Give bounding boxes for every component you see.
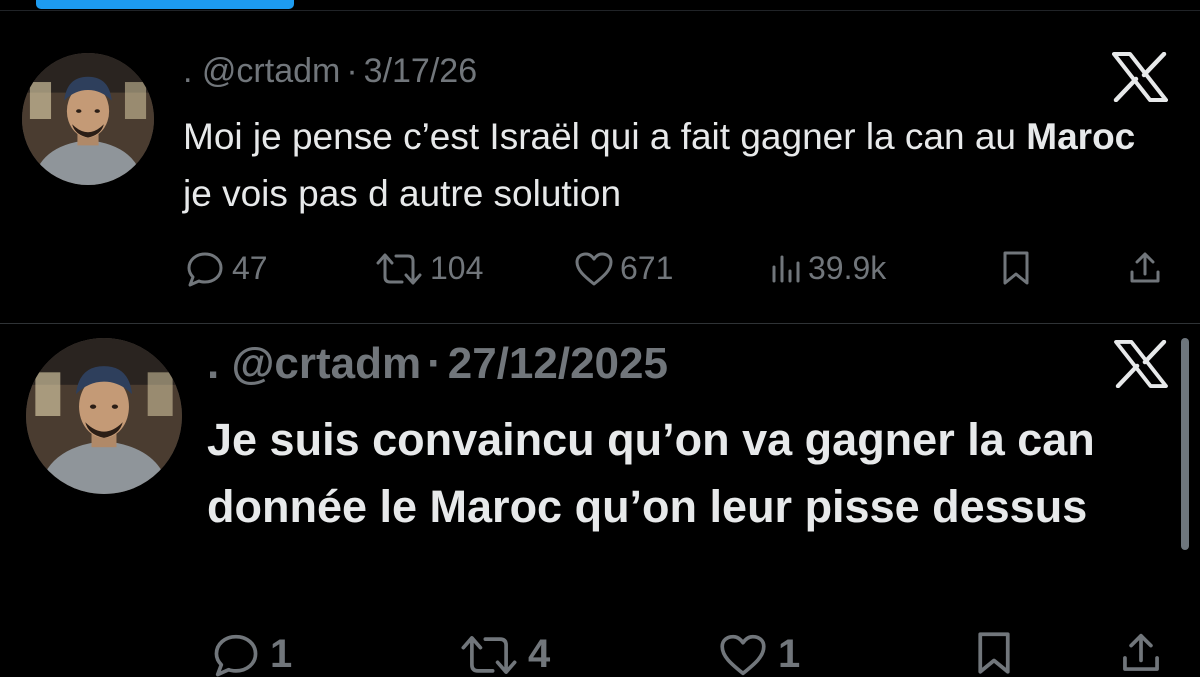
tweet-header: . @crtadm · 27/12/2025: [207, 339, 668, 389]
top-divider: [0, 10, 1200, 11]
tweet-text-part: je vois pas d autre solution: [183, 173, 622, 214]
tweet-text-part: Moi je pense c’est Israël qui a fait gag…: [183, 116, 1027, 157]
repost-icon: [461, 635, 517, 674]
tweet-date[interactable]: 3/17/26: [364, 52, 477, 90]
display-name[interactable]: .: [207, 339, 219, 388]
share-button[interactable]: [1120, 630, 1162, 676]
tweet-date[interactable]: 27/12/2025: [448, 339, 668, 388]
x-logo-icon: [1112, 51, 1168, 103]
bookmark-icon: [1003, 251, 1029, 285]
views-icon: [772, 255, 800, 282]
tab-indicator: [36, 0, 294, 9]
separator: ·: [346, 52, 358, 90]
repost-count: 104: [430, 250, 484, 286]
reply-icon: [214, 634, 258, 676]
avatar[interactable]: [26, 338, 182, 494]
tweet-text: Je suis convaincu qu’on va gagner la can…: [207, 414, 1095, 532]
share-icon: [1123, 633, 1159, 671]
tweet-divider: [0, 323, 1200, 324]
like-icon: [720, 634, 766, 675]
repost-icon: [376, 253, 422, 284]
like-count: 1: [778, 632, 801, 676]
reply-count: 47: [232, 250, 268, 286]
like-count: 671: [620, 250, 674, 286]
bookmark-button[interactable]: [974, 630, 1014, 676]
tweet-header: . @crtadm · 3/17/26: [183, 52, 477, 91]
share-icon: [1130, 252, 1160, 283]
display-name[interactable]: .: [183, 52, 192, 90]
reply-count: 1: [270, 632, 293, 676]
handle[interactable]: @crtadm: [231, 339, 421, 388]
repost-count: 4: [528, 632, 551, 676]
reply-icon: [187, 252, 223, 286]
scrollbar-thumb[interactable]: [1181, 338, 1189, 550]
like-icon: [575, 252, 613, 285]
bookmark-icon: [978, 632, 1010, 674]
tweet-text-bold: Maroc: [1026, 116, 1136, 157]
handle[interactable]: @crtadm: [202, 52, 340, 90]
x-logo-icon: [1114, 339, 1168, 389]
views-button[interactable]: 39.9k: [770, 250, 886, 287]
reply-button[interactable]: 1: [212, 632, 292, 677]
separator: ·: [427, 339, 442, 388]
bookmark-button[interactable]: [1000, 250, 1032, 286]
repost-button[interactable]: 104: [374, 250, 483, 287]
repost-button[interactable]: 4: [458, 632, 550, 677]
view-count: 39.9k: [808, 250, 887, 286]
avatar[interactable]: [22, 53, 154, 185]
share-button[interactable]: [1128, 250, 1162, 286]
like-button[interactable]: 671: [574, 250, 673, 287]
like-button[interactable]: 1: [718, 632, 800, 677]
reply-button[interactable]: 47: [186, 250, 268, 287]
tweet-text: Moi je pense c’est Israël qui a fait gag…: [183, 108, 1173, 222]
